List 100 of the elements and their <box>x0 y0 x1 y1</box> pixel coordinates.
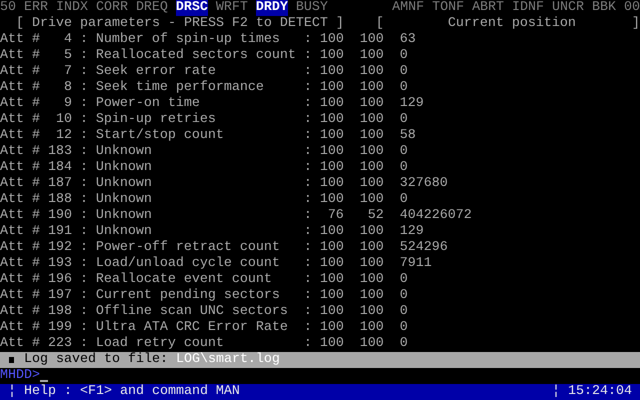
status-flag-label: BBK <box>592 0 616 16</box>
attribute-id: 193 <box>46 256 72 272</box>
attribute-raw: 0 <box>400 320 408 336</box>
separator-text: : <box>80 64 88 80</box>
status-flag-label: WRFT <box>216 0 248 16</box>
attribute-raw: 404226072 <box>400 208 472 224</box>
attribute-raw: 0 <box>400 304 408 320</box>
log-message: Log saved to file: <box>24 352 168 368</box>
attribute-name: Unknown <box>96 224 153 240</box>
attribute-worst: 100 <box>360 48 384 64</box>
status-flag-label: DREQ <box>136 0 168 16</box>
attribute-value: 100 <box>320 304 344 320</box>
attribute-worst: 100 <box>360 192 384 208</box>
separator-text: : <box>304 304 312 320</box>
separator-text: : <box>80 224 88 240</box>
attribute-label: Att # <box>0 208 40 224</box>
attribute-id: 8 <box>62 80 72 96</box>
attribute-id: 183 <box>46 144 72 160</box>
attribute-value: 100 <box>320 240 344 256</box>
attribute-raw: 0 <box>400 144 408 160</box>
attribute-label: Att # <box>0 288 40 304</box>
attribute-name: Seek error rate <box>96 64 217 80</box>
attribute-value: 100 <box>320 144 344 160</box>
separator-text: : <box>80 304 88 320</box>
attribute-raw: 0 <box>400 272 408 288</box>
status-flag-label: INDX <box>56 0 88 16</box>
attribute-label: Att # <box>0 64 40 80</box>
attribute-label: Att # <box>0 192 40 208</box>
attribute-name: Seek time performance <box>96 80 265 96</box>
separator-text: : <box>80 112 88 128</box>
separator-text: : <box>304 64 312 80</box>
attribute-value: 76 <box>326 208 344 224</box>
attribute-worst: 100 <box>360 128 384 144</box>
status-flag-label: 50 <box>0 0 16 16</box>
attribute-worst: 100 <box>360 272 384 288</box>
attribute-value: 100 <box>320 64 344 80</box>
attribute-raw: 129 <box>400 224 424 240</box>
attribute-raw: 0 <box>400 160 408 176</box>
attribute-value: 100 <box>320 320 344 336</box>
attribute-label: Att # <box>0 112 40 128</box>
separator-text: : <box>304 112 312 128</box>
attribute-name: Reallocated sectors count <box>96 48 297 64</box>
separator-text: : <box>304 160 312 176</box>
attribute-raw: 0 <box>400 336 408 352</box>
attribute-name: Unknown <box>96 176 153 192</box>
attribute-value: 100 <box>320 224 344 240</box>
attribute-name: Unknown <box>96 160 153 176</box>
attribute-id: 7 <box>62 64 72 80</box>
separator-text: : <box>304 208 312 224</box>
attribute-name: Power-on time <box>96 96 201 112</box>
separator-text: : <box>304 96 312 112</box>
separator-text: : <box>304 192 312 208</box>
attribute-worst: 100 <box>360 112 384 128</box>
attribute-worst: 100 <box>360 336 384 352</box>
attribute-id: 12 <box>54 128 72 144</box>
attribute-value: 100 <box>320 288 344 304</box>
attribute-value: 100 <box>320 48 344 64</box>
attribute-raw: 7911 <box>400 256 432 272</box>
attribute-name: Load retry count <box>96 336 225 352</box>
status-flag-label: UNCR <box>552 0 584 16</box>
bracket-text: [ <box>376 16 384 32</box>
attribute-label: Att # <box>0 160 40 176</box>
attribute-id: 198 <box>46 304 72 320</box>
separator-text: : <box>80 336 88 352</box>
attribute-id: 191 <box>46 224 72 240</box>
attribute-label: Att # <box>0 272 40 288</box>
separator-text: : <box>80 128 88 144</box>
status-flag-label: ABRT <box>472 0 504 16</box>
separator-text: : <box>304 80 312 96</box>
attribute-value: 100 <box>320 256 344 272</box>
attribute-label: Att # <box>0 336 40 352</box>
attribute-worst: 52 <box>366 208 384 224</box>
separator-text: : <box>304 224 312 240</box>
attribute-name: Unknown <box>96 192 153 208</box>
attribute-worst: 100 <box>360 320 384 336</box>
attribute-worst: 100 <box>360 160 384 176</box>
separator-text: : <box>80 32 88 48</box>
separator-text: : <box>80 208 88 224</box>
attribute-id: 196 <box>46 272 72 288</box>
attribute-worst: 100 <box>360 304 384 320</box>
command-prompt: MHDD> <box>0 368 40 384</box>
attribute-value: 100 <box>320 32 344 48</box>
attribute-value: 100 <box>320 96 344 112</box>
attribute-value: 100 <box>320 336 344 352</box>
separator-text: : <box>304 48 312 64</box>
attribute-id: 223 <box>46 336 72 352</box>
separator-text: : <box>80 48 88 64</box>
attribute-worst: 100 <box>360 224 384 240</box>
section-title: Current position <box>448 16 576 32</box>
attribute-id: 4 <box>62 32 72 48</box>
help-hint: ¦ Help : <F1> and command MAN <box>8 384 240 400</box>
attribute-name: Power-off retract count <box>96 240 281 256</box>
attribute-raw: 0 <box>400 192 408 208</box>
status-flag-label: AMNF <box>392 0 424 16</box>
separator-text: : <box>80 176 88 192</box>
attribute-value: 100 <box>320 272 344 288</box>
attribute-worst: 100 <box>360 288 384 304</box>
square-icon <box>9 357 14 363</box>
attribute-value: 100 <box>320 176 344 192</box>
status-flag-label: DRSC <box>176 0 208 16</box>
